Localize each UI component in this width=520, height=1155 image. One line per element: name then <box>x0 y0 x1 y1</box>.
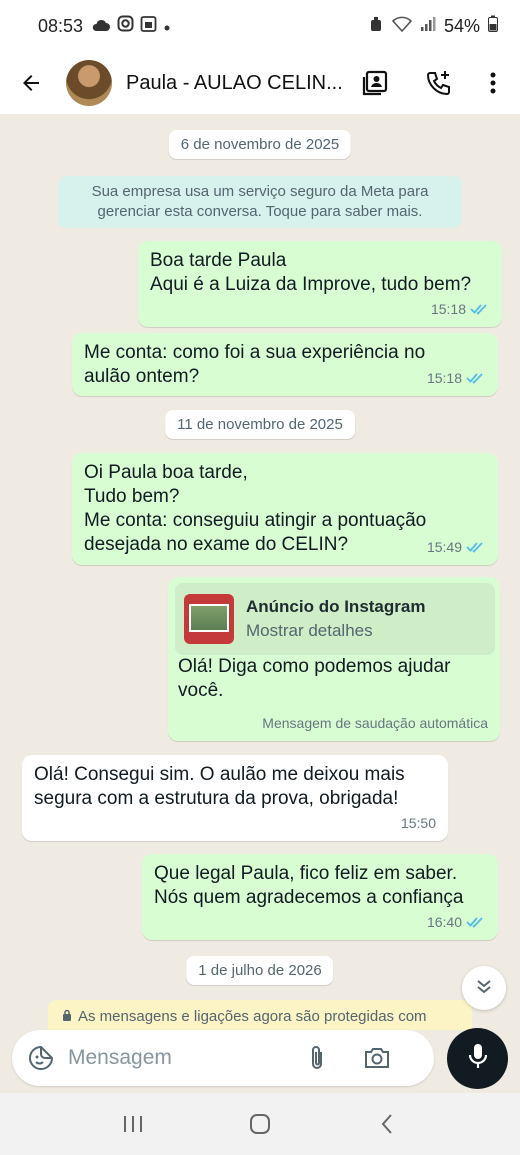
message-text: Olá! Diga como podemos ajudar você. <box>178 656 451 701</box>
date-separator: 11 de novembro de 2025 <box>165 410 355 439</box>
message-input[interactable] <box>68 1046 298 1070</box>
message-text: Oi Paula boa tarde, Tudo bem? Me conta: … <box>84 462 427 555</box>
message-bubble[interactable]: Que legal Paula, fico feliz em saber. Nó… <box>142 854 498 940</box>
ad-details-link[interactable]: Mostrar detalhes <box>246 621 425 641</box>
date-separator: 1 de julho de 2026 <box>186 956 334 985</box>
status-time: 08:53 <box>38 15 84 36</box>
message-bubble[interactable]: Olá! Consegui sim. O aulão me deixou mai… <box>22 755 448 841</box>
business-notice[interactable]: Sua empresa usa um serviço seguro da Met… <box>58 176 462 228</box>
chat-area[interactable]: 6 de novembro de 2025 Sua empresa usa um… <box>0 114 520 1030</box>
camera-icon[interactable] <box>362 1043 392 1073</box>
alarm-icon <box>368 15 384 38</box>
system-navigation-bar <box>0 1093 520 1155</box>
attach-icon[interactable] <box>302 1043 332 1073</box>
wifi-icon <box>391 16 413 37</box>
microphone-icon <box>467 1042 489 1075</box>
auto-greeting-label: Mensagem de saudação automática <box>262 715 488 731</box>
lock-icon <box>62 1008 72 1030</box>
message-time: 15:50 <box>400 815 436 831</box>
dot-icon <box>163 16 171 37</box>
instagram-icon <box>117 15 134 37</box>
add-call-icon[interactable] <box>424 68 454 98</box>
encryption-text: As mensagens e ligações agora são proteg… <box>78 1008 427 1025</box>
encryption-notice[interactable]: As mensagens e ligações agora são proteg… <box>48 1000 472 1030</box>
recent-apps-icon[interactable] <box>113 1104 153 1144</box>
contact-name[interactable]: Paula - AULAO CELIN... <box>126 72 346 95</box>
message-bubble[interactable]: Oi Paula boa tarde, Tudo bem? Me conta: … <box>72 453 498 565</box>
battery-icon <box>488 15 498 37</box>
back-nav-icon[interactable] <box>367 1104 407 1144</box>
message-text: Olá! Consegui sim. O aulão me deixou mai… <box>34 764 405 809</box>
message-time: 16:40 <box>426 914 462 930</box>
instagram-ad-card[interactable]: Anúncio do Instagram Mostrar detalhes <box>175 583 495 655</box>
voice-message-button[interactable] <box>447 1028 508 1089</box>
message-bubble[interactable]: Me conta: como foi a sua experiência no … <box>72 333 498 396</box>
double-chevron-down-icon <box>475 977 493 1000</box>
date-separator: 6 de novembro de 2025 <box>168 130 352 159</box>
signal-icon <box>420 16 436 37</box>
message-composer <box>12 1030 434 1086</box>
message-time: 15:18 <box>430 301 466 317</box>
message-text: Me conta: como foi a sua experiência no … <box>84 342 426 387</box>
chat-header: Paula - AULAO CELIN... <box>0 52 520 114</box>
scroll-down-button[interactable] <box>462 966 506 1010</box>
ad-thumbnail <box>184 594 234 644</box>
read-ticks-icon <box>466 916 486 928</box>
more-vert-icon[interactable] <box>478 68 508 98</box>
calendar-icon <box>140 15 157 37</box>
cloud-icon <box>91 16 111 37</box>
avatar[interactable] <box>66 60 112 106</box>
home-icon[interactable] <box>240 1104 280 1144</box>
message-text: Que legal Paula, fico feliz em saber. Nó… <box>154 863 464 908</box>
read-ticks-icon <box>466 372 486 384</box>
sticker-emoji-icon[interactable] <box>26 1043 56 1073</box>
back-arrow-icon[interactable] <box>16 68 46 98</box>
read-ticks-icon <box>470 303 490 315</box>
message-bubble[interactable]: Boa tarde Paula Aqui é a Luiza da Improv… <box>138 241 502 327</box>
read-ticks-icon <box>466 541 486 553</box>
status-bar: 08:53 54% <box>0 0 520 52</box>
ad-title: Anúncio do Instagram <box>246 597 426 616</box>
message-time: 15:18 <box>426 370 462 386</box>
battery-percent: 54% <box>443 15 480 36</box>
contact-card-icon[interactable] <box>360 68 390 98</box>
message-text: Boa tarde Paula Aqui é a Luiza da Improv… <box>150 250 472 295</box>
message-time: 15:49 <box>426 539 462 555</box>
